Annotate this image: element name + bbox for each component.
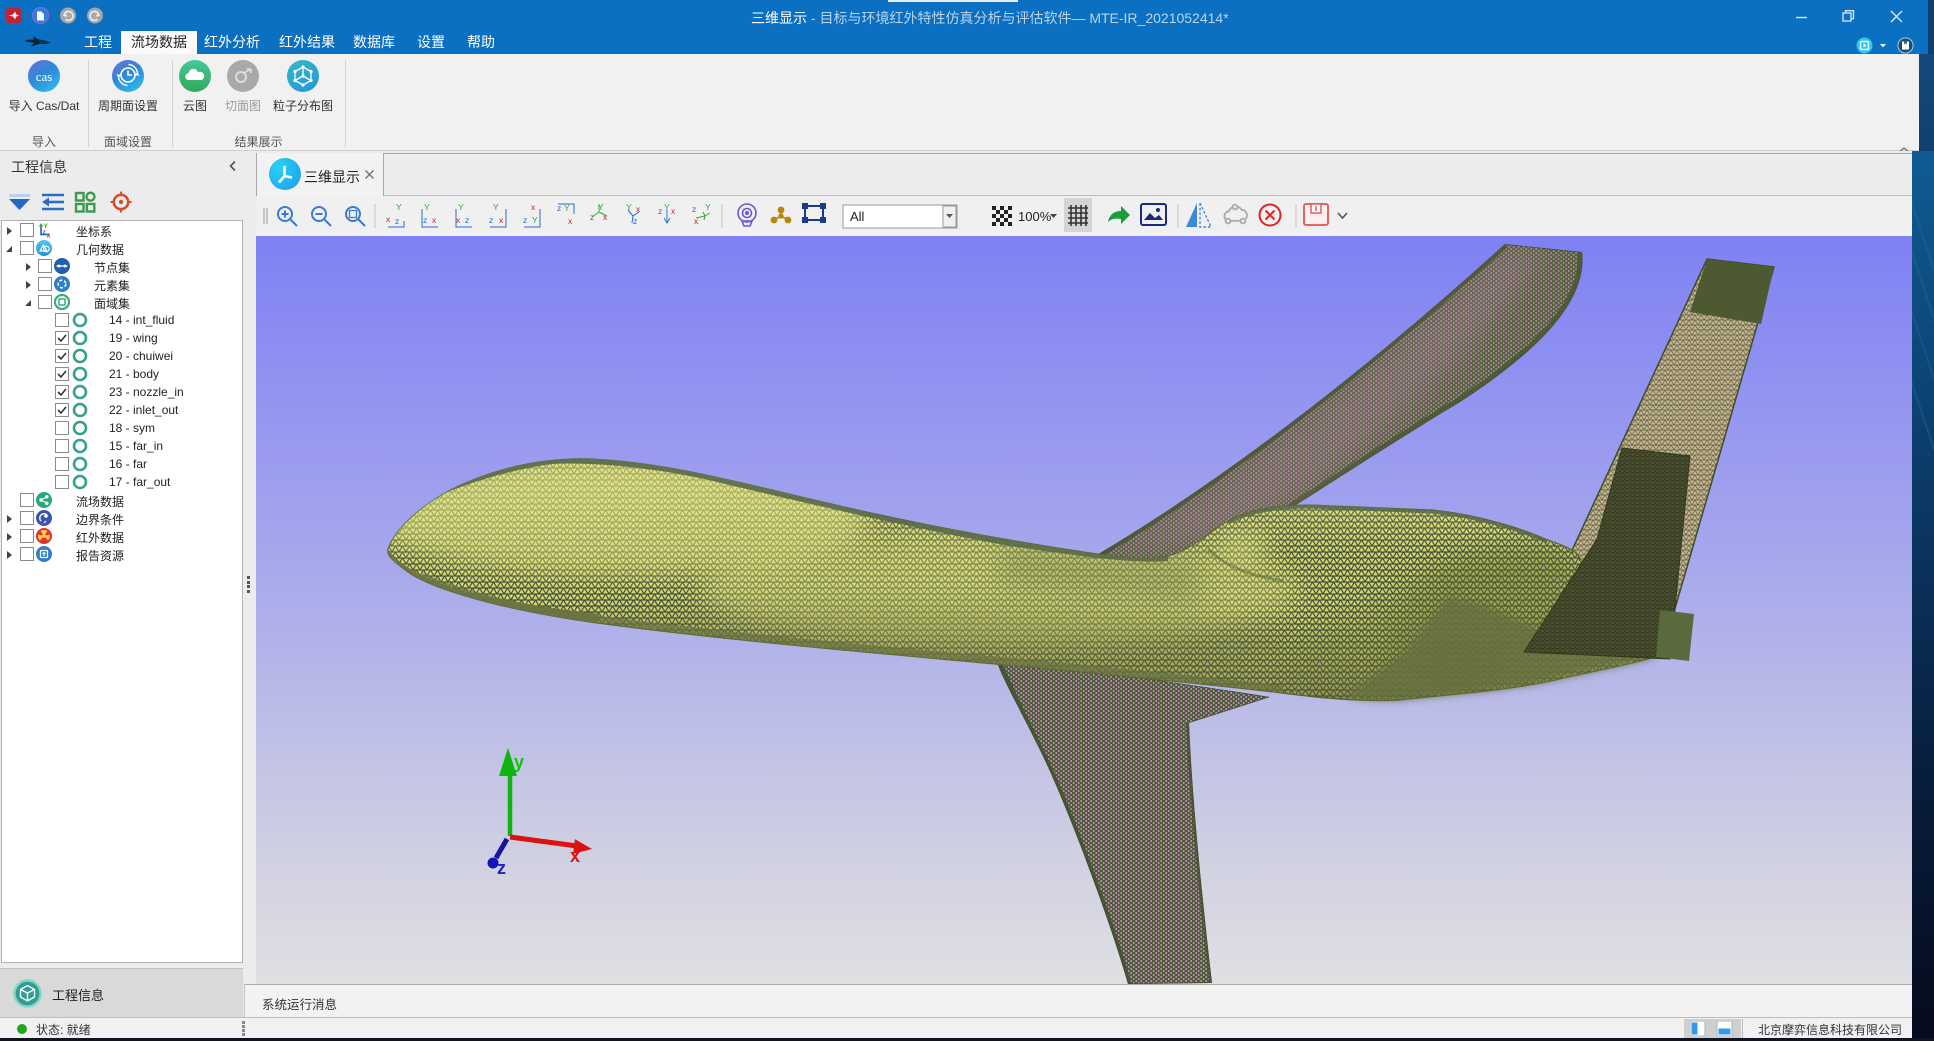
svg-text:Y: Y	[458, 202, 464, 212]
svg-text:All: All	[850, 209, 865, 224]
svg-text:x: x	[603, 212, 608, 222]
svg-text:z: z	[497, 858, 506, 878]
svg-text:x: x	[47, 233, 51, 239]
svg-text:z: z	[395, 216, 399, 226]
svg-text:x: x	[386, 214, 391, 224]
svg-text:x: x	[570, 846, 580, 866]
svg-text:x: x	[432, 215, 437, 225]
svg-text:cas: cas	[36, 69, 53, 84]
svg-text:z: z	[633, 216, 637, 226]
svg-text:Y: Y	[493, 202, 499, 212]
svg-text:z: z	[489, 215, 493, 225]
svg-text:Y: Y	[532, 215, 538, 225]
svg-text:z: z	[692, 204, 696, 214]
svg-text:x: x	[531, 202, 536, 212]
svg-text:z: z	[423, 215, 427, 225]
svg-text:z: z	[523, 215, 527, 225]
svg-text:z: z	[465, 215, 469, 225]
svg-text:x: x	[456, 215, 461, 225]
svg-text:z: z	[658, 206, 662, 216]
svg-text:x: x	[499, 215, 504, 225]
svg-text:Y: Y	[424, 202, 430, 212]
svg-text:Y: Y	[396, 202, 402, 212]
svg-text:y: y	[514, 752, 524, 772]
svg-text:x: x	[671, 206, 676, 216]
svg-text:x: x	[568, 216, 573, 226]
svg-text:Y: Y	[705, 202, 711, 212]
svg-text:100%: 100%	[1018, 209, 1052, 224]
